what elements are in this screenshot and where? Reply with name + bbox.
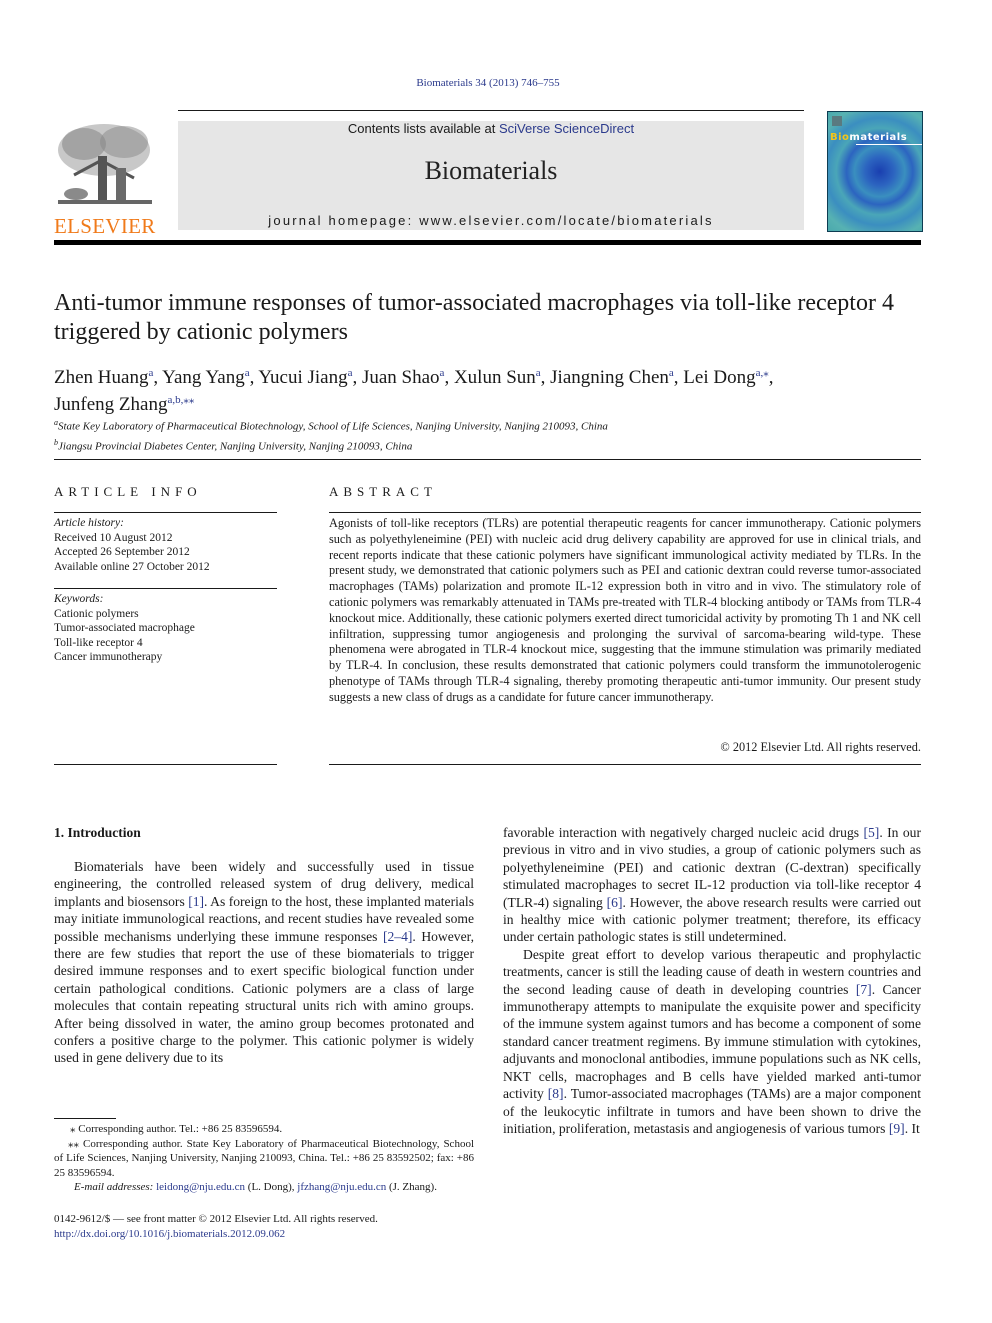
footnote-emails: E-mail addresses: leidong@nju.edu.cn (L.…: [54, 1180, 474, 1195]
email-link-dong[interactable]: leidong@nju.edu.cn: [156, 1181, 245, 1193]
cover-elsevier-icon: [832, 116, 842, 126]
keyword: Cancer immunotherapy: [54, 651, 163, 663]
email-link-zhang[interactable]: jfzhang@nju.edu.cn: [297, 1181, 386, 1193]
divider: [54, 459, 921, 460]
author-affiliation-marker[interactable]: a,b,⁎⁎: [167, 394, 194, 406]
history-online: Available online 27 October 2012: [54, 560, 210, 573]
paragraph: favorable interaction with negatively ch…: [503, 825, 921, 945]
author-affiliation-marker[interactable]: a: [348, 367, 353, 379]
history-accepted: Accepted 26 September 2012: [54, 546, 190, 558]
divider: [54, 588, 277, 589]
paragraph: Despite great effort to develop various …: [503, 946, 921, 1136]
abstract-text: Agonists of toll-like receptors (TLRs) a…: [329, 516, 921, 704]
header-thick-rule: [54, 240, 921, 245]
author[interactable]: Juan Shao: [362, 367, 440, 388]
elsevier-wordmark: ELSEVIER: [54, 214, 156, 238]
footnote-rule: [54, 1118, 116, 1119]
author-affiliation-marker[interactable]: a,⁎: [756, 367, 769, 379]
author[interactable]: Jiangning Chen: [550, 367, 669, 388]
divider: [329, 512, 921, 513]
affiliation-a: aState Key Laboratory of Pharmaceutical …: [54, 418, 608, 433]
citation-link[interactable]: [8]: [548, 1086, 564, 1101]
contents-prefix: Contents lists available at: [347, 121, 499, 136]
header-top-rule: [178, 110, 804, 111]
body-column-right: favorable interaction with negatively ch…: [503, 824, 921, 1137]
author[interactable]: Junfeng Zhang: [54, 394, 167, 415]
citation-link[interactable]: [7]: [856, 982, 872, 997]
footnotes: ⁎ Corresponding author. Tel.: +86 25 835…: [54, 1122, 474, 1195]
keyword: Toll-like receptor 4: [54, 636, 143, 649]
doi-link[interactable]: http://dx.doi.org/10.1016/j.biomaterials…: [54, 1228, 285, 1240]
body-column-left: Biomaterials have been widely and succes…: [54, 858, 474, 1067]
author-affiliation-marker[interactable]: a: [245, 367, 250, 379]
keywords-label: Keywords:: [54, 593, 104, 605]
journal-reference[interactable]: Biomaterials 34 (2013) 746–755: [0, 77, 976, 89]
journal-title: Biomaterials: [424, 156, 558, 185]
author[interactable]: Zhen Huang: [54, 367, 148, 388]
author-list: Zhen Huanga, Yang Yanga, Yucui Jianga, J…: [54, 367, 774, 415]
citation-link[interactable]: [5]: [863, 825, 879, 840]
paragraph: Biomaterials have been widely and succes…: [54, 859, 474, 1066]
cover-title: Biomaterials: [830, 132, 908, 143]
divider: [329, 764, 921, 765]
abstract-copyright: © 2012 Elsevier Ltd. All rights reserved…: [720, 740, 921, 754]
journal-cover-image: Biomaterials: [827, 111, 923, 232]
citation-link[interactable]: [9]: [889, 1121, 905, 1136]
elsevier-tree-icon: [58, 124, 152, 204]
citation-link[interactable]: [1]: [188, 894, 204, 909]
sciencedirect-link[interactable]: SciVerse ScienceDirect: [499, 121, 634, 136]
author[interactable]: Xulun Sun: [454, 367, 536, 388]
divider: [54, 512, 277, 513]
footnote-corresponding-2: ⁎⁎ Corresponding author. State Key Labor…: [54, 1137, 474, 1179]
history-received: Received 10 August 2012: [54, 531, 173, 544]
email-owner: (J. Zhang).: [386, 1181, 437, 1193]
citation-link[interactable]: [6]: [607, 895, 623, 910]
author[interactable]: Lei Dong: [683, 367, 755, 388]
keyword: Cationic polymers: [54, 607, 139, 620]
author-affiliation-marker[interactable]: a: [536, 367, 541, 379]
cover-rule: [856, 144, 922, 145]
section-heading-introduction: 1. Introduction: [54, 825, 141, 840]
elsevier-logo: ELSEVIER: [54, 120, 156, 237]
divider: [54, 764, 277, 765]
abstract-heading: ABSTRACT: [329, 484, 437, 499]
affiliations: aState Key Laboratory of Pharmaceutical …: [54, 415, 924, 454]
publication-info: 0142-9612/$ — see front matter © 2012 El…: [54, 1212, 474, 1241]
article-info-heading: ARTICLE INFO: [54, 484, 202, 499]
journal-banner: Contents lists available at SciVerse Sci…: [178, 121, 804, 230]
author[interactable]: Yucui Jiang: [258, 367, 347, 388]
author-affiliation-marker[interactable]: a: [148, 367, 153, 379]
footnote-corresponding-1: ⁎ Corresponding author. Tel.: +86 25 835…: [70, 1123, 283, 1135]
article-title: Anti-tumor immune responses of tumor-ass…: [54, 290, 894, 345]
author-affiliation-marker[interactable]: a: [440, 367, 445, 379]
contents-line: Contents lists available at SciVerse Sci…: [178, 121, 804, 136]
email-owner: (L. Dong),: [245, 1181, 298, 1193]
article-history: Article history: Received 10 August 2012…: [54, 516, 277, 574]
keywords: Keywords: Cationic polymers Tumor-associ…: [54, 592, 277, 665]
keyword: Tumor-associated macrophage: [54, 622, 195, 634]
author[interactable]: Yang Yang: [162, 367, 245, 388]
history-label: Article history:: [54, 517, 124, 529]
affiliation-b: bJiangsu Provincial Diabetes Center, Nan…: [54, 437, 413, 453]
citation-link[interactable]: [2–4]: [383, 929, 412, 944]
journal-homepage[interactable]: journal homepage: www.elsevier.com/locat…: [178, 213, 804, 228]
email-label: E-mail addresses:: [74, 1181, 154, 1193]
author-affiliation-marker[interactable]: a: [669, 367, 674, 379]
issn-line: 0142-9612/$ — see front matter © 2012 El…: [54, 1213, 378, 1225]
